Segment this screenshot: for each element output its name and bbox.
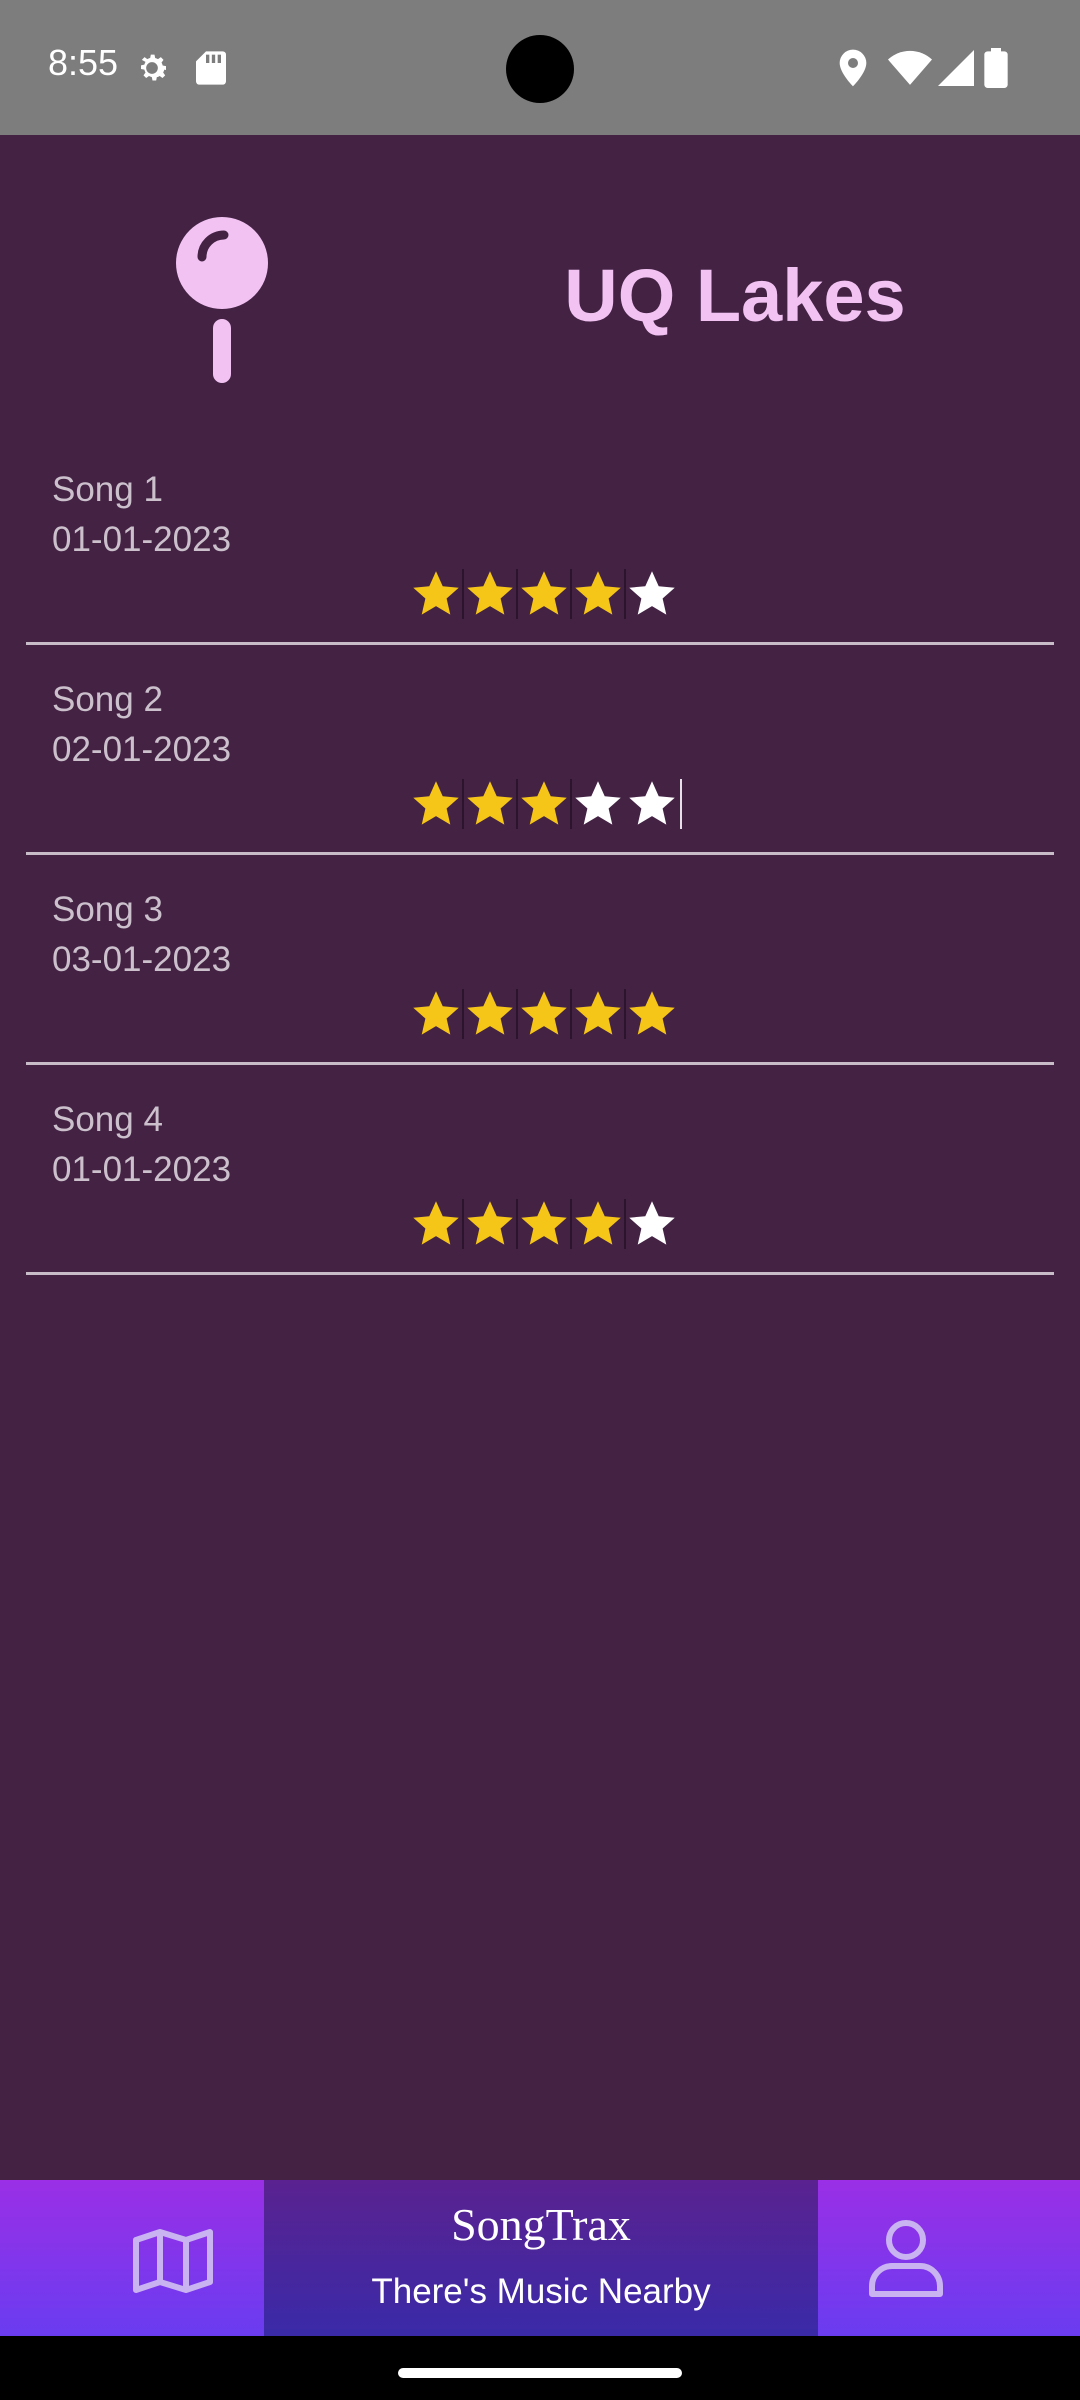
- star-filled-icon[interactable]: [626, 988, 678, 1040]
- song-date: 02-01-2023: [52, 730, 232, 769]
- song-list-item[interactable]: Song 2 02-01-2023: [26, 645, 1054, 855]
- star-divider: [516, 989, 518, 1039]
- star-filled-icon[interactable]: [518, 1198, 570, 1250]
- song-name: Song 3: [52, 890, 163, 929]
- app-branding: SongTrax There's Music Nearby: [264, 2180, 818, 2336]
- star-divider: [570, 569, 572, 619]
- app-title: SongTrax: [451, 2199, 631, 2250]
- star-rating: [410, 1197, 678, 1251]
- song-list-item[interactable]: Song 3 03-01-2023: [26, 855, 1054, 1065]
- star-divider: [624, 779, 626, 829]
- star-empty-icon[interactable]: [626, 1198, 678, 1250]
- star-divider: [462, 989, 464, 1039]
- song-date: 01-01-2023: [52, 520, 232, 559]
- star-divider: [624, 1199, 626, 1249]
- song-name: Song 1: [52, 470, 163, 509]
- star-divider: [462, 1199, 464, 1249]
- location-screen: UQ Lakes Song 1 01-01-2023 Song 2 02-01-…: [0, 135, 1080, 2180]
- location-header: UQ Lakes: [0, 135, 1080, 435]
- star-empty-icon[interactable]: [626, 568, 678, 620]
- cell-signal-icon: [938, 48, 974, 93]
- map-nav-button[interactable]: [0, 2180, 264, 2336]
- system-navigation-area: [0, 2336, 1080, 2400]
- star-divider: [624, 569, 626, 619]
- star-rating: [410, 567, 678, 621]
- star-filled-icon[interactable]: [410, 1198, 462, 1250]
- location-icon: [836, 48, 870, 93]
- star-filled-icon[interactable]: [518, 988, 570, 1040]
- star-divider: [624, 989, 626, 1039]
- star-rating: [410, 777, 682, 831]
- settings-gear-icon: [132, 48, 172, 93]
- star-filled-icon[interactable]: [464, 988, 516, 1040]
- star-divider: [570, 989, 572, 1039]
- battery-icon: [984, 48, 1008, 93]
- rating-cursor-bar: [680, 779, 682, 829]
- star-filled-icon[interactable]: [410, 988, 462, 1040]
- song-list-item[interactable]: Song 1 01-01-2023: [26, 435, 1054, 645]
- star-divider: [516, 1199, 518, 1249]
- star-empty-icon[interactable]: [572, 778, 624, 830]
- profile-nav-button[interactable]: [818, 2180, 1080, 2336]
- star-filled-icon[interactable]: [410, 568, 462, 620]
- star-rating: [410, 987, 678, 1041]
- star-filled-icon[interactable]: [410, 778, 462, 830]
- star-filled-icon[interactable]: [464, 778, 516, 830]
- star-filled-icon[interactable]: [464, 568, 516, 620]
- bottom-navigation-bar: SongTrax There's Music Nearby: [0, 2180, 1080, 2336]
- star-filled-icon[interactable]: [518, 778, 570, 830]
- star-filled-icon[interactable]: [572, 568, 624, 620]
- sd-card-icon: [196, 48, 226, 93]
- home-indicator[interactable]: [398, 2368, 682, 2378]
- song-date: 01-01-2023: [52, 1150, 232, 1189]
- star-filled-icon[interactable]: [518, 568, 570, 620]
- map-pin-icon: [172, 217, 272, 392]
- star-filled-icon[interactable]: [464, 1198, 516, 1250]
- app-subtitle: There's Music Nearby: [371, 2272, 711, 2311]
- location-title: UQ Lakes: [564, 254, 906, 337]
- star-divider: [516, 569, 518, 619]
- star-divider: [570, 779, 572, 829]
- song-date: 03-01-2023: [52, 940, 232, 979]
- status-bar: 8:55: [0, 0, 1080, 135]
- star-filled-icon[interactable]: [572, 1198, 624, 1250]
- status-time: 8:55: [48, 42, 119, 83]
- song-list: Song 1 01-01-2023 Song 2 02-01-2023 Song…: [26, 435, 1054, 1275]
- star-divider: [516, 779, 518, 829]
- star-filled-icon[interactable]: [572, 988, 624, 1040]
- star-divider: [570, 1199, 572, 1249]
- song-name: Song 4: [52, 1100, 163, 1139]
- star-divider: [462, 569, 464, 619]
- song-list-item[interactable]: Song 4 01-01-2023: [26, 1065, 1054, 1275]
- star-empty-icon[interactable]: [626, 778, 678, 830]
- song-name: Song 2: [52, 680, 163, 719]
- wifi-icon: [888, 48, 932, 93]
- camera-cutout: [506, 35, 574, 103]
- star-divider: [462, 779, 464, 829]
